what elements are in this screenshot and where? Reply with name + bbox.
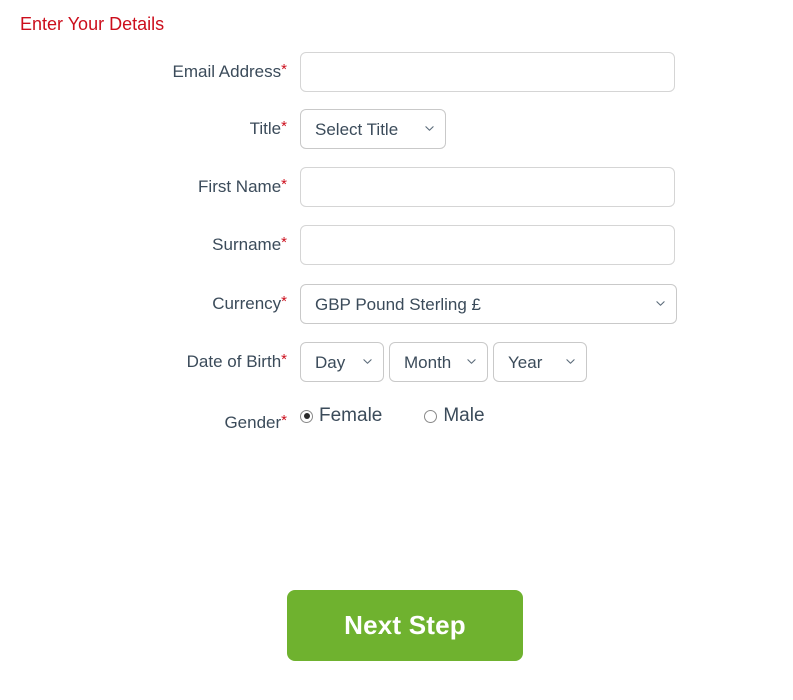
email-control: [287, 52, 793, 92]
gender-option-male-label: Male: [443, 405, 485, 426]
form-row-date-of-birth: Date of Birth* Day Month Year: [0, 342, 793, 382]
submit-row: Next Step: [287, 590, 523, 661]
gender-radio-group: Female Male: [300, 403, 485, 427]
page-title: Enter Your Details: [20, 14, 165, 34]
gender-control: Female Male: [287, 403, 793, 427]
currency-control: GBP Pound Sterling £: [287, 284, 793, 324]
currency-select-value: GBP Pound Sterling £: [315, 295, 482, 314]
date-of-birth-label: Date of Birth*: [0, 342, 287, 372]
date-of-birth-group: Day Month Year: [300, 342, 587, 382]
chevron-down-icon: [566, 357, 575, 366]
email-input[interactable]: [300, 52, 675, 92]
form-row-email: Email Address*: [0, 52, 793, 92]
surname-label-text: Surname: [212, 235, 282, 254]
form-row-title: Title* Select Title: [0, 109, 793, 149]
first-name-input[interactable]: [300, 167, 675, 207]
chevron-down-icon: [467, 357, 476, 366]
registration-page: { "heading": "Enter Your Details", "colo…: [0, 0, 793, 700]
title-control: Select Title: [287, 109, 793, 149]
gender-label-text: Gender: [224, 413, 282, 432]
surname-label: Surname*: [0, 225, 287, 255]
surname-input[interactable]: [300, 225, 675, 265]
chevron-down-icon: [425, 124, 434, 133]
next-step-button[interactable]: Next Step: [287, 590, 523, 661]
form-row-first-name: First Name*: [0, 167, 793, 207]
first-name-control: [287, 167, 793, 207]
title-select-value: Select Title: [315, 120, 399, 139]
radio-unselected-icon[interactable]: [424, 409, 438, 423]
form-row-gender: Gender* Female Male: [0, 403, 793, 433]
dob-day-value: Day: [315, 353, 346, 372]
email-label: Email Address*: [0, 52, 287, 82]
gender-label: Gender*: [0, 403, 287, 433]
dob-year-select[interactable]: Year: [493, 342, 587, 382]
title-label: Title*: [0, 109, 287, 139]
date-of-birth-label-text: Date of Birth: [186, 352, 282, 371]
title-select[interactable]: Select Title: [300, 109, 446, 149]
form-row-surname: Surname*: [0, 225, 793, 265]
gender-option-female[interactable]: Female: [300, 405, 382, 427]
gender-option-male[interactable]: Male: [424, 405, 485, 427]
gender-option-female-label: Female: [319, 405, 383, 426]
radio-selected-icon[interactable]: [300, 409, 313, 423]
date-of-birth-control: Day Month Year: [287, 342, 793, 382]
chevron-down-icon: [363, 357, 372, 366]
form-row-currency: Currency* GBP Pound Sterling £: [0, 284, 793, 324]
chevron-down-icon: [656, 299, 665, 308]
first-name-label: First Name*: [0, 167, 287, 197]
dob-month-value: Month: [404, 353, 452, 372]
surname-control: [287, 225, 793, 265]
currency-select[interactable]: GBP Pound Sterling £: [300, 284, 677, 324]
first-name-label-text: First Name: [198, 177, 282, 196]
title-label-text: Title: [249, 119, 282, 138]
email-label-text: Email Address: [172, 62, 282, 81]
details-form: Email Address* Title* Select Title First…: [0, 52, 793, 433]
dob-month-select[interactable]: Month: [389, 342, 488, 382]
dob-day-select[interactable]: Day: [300, 342, 384, 382]
currency-label: Currency*: [0, 284, 287, 314]
currency-label-text: Currency: [212, 294, 282, 313]
dob-year-value: Year: [508, 353, 543, 372]
